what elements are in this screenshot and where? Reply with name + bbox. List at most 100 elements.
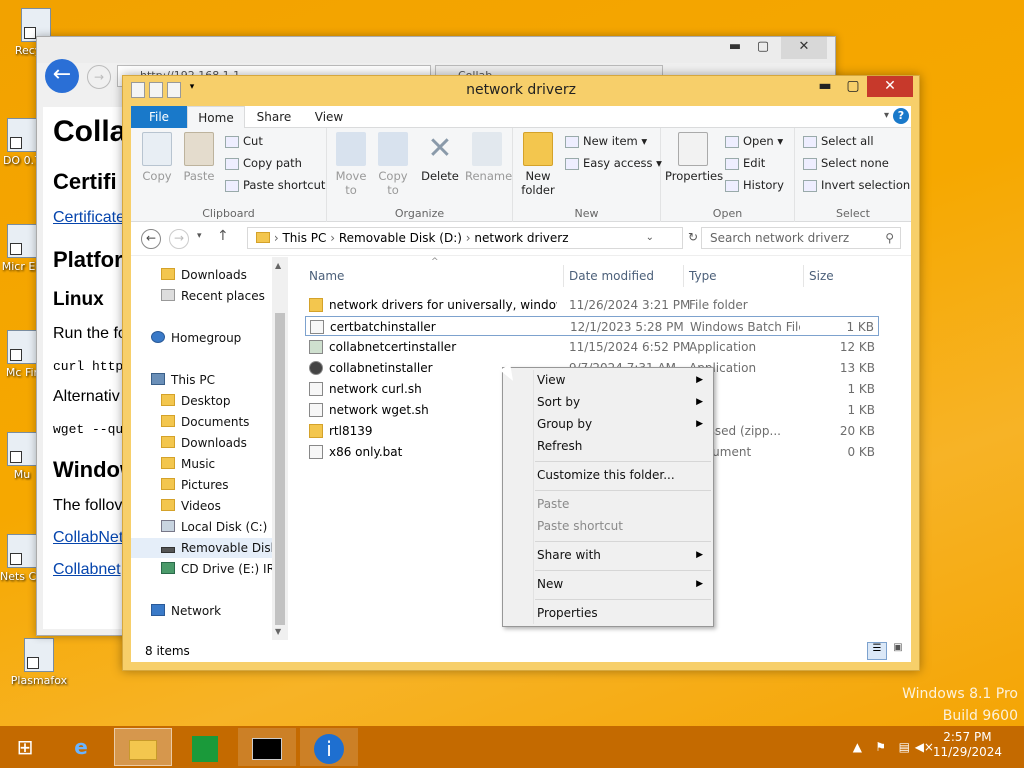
scrollbar-thumb[interactable] — [275, 313, 285, 625]
maximize-icon[interactable]: ▢ — [749, 37, 777, 59]
start-button[interactable]: ⊞ — [0, 728, 50, 766]
paste-button[interactable]: Paste — [181, 132, 217, 183]
chevron-up-icon[interactable]: ▲ — [275, 261, 281, 270]
column-date[interactable]: Date modified — [569, 269, 654, 283]
nav-item-cd-drive[interactable]: CD Drive (E:) IR5_ — [161, 559, 287, 579]
nav-item-desktop[interactable]: Desktop — [161, 391, 231, 411]
menu-item-paste-shortcut[interactable]: Paste shortcut — [537, 519, 623, 533]
menu-item-refresh[interactable]: Refresh — [537, 439, 582, 453]
taskbar-ie[interactable]: e — [52, 728, 110, 766]
tab-view[interactable]: View — [305, 106, 353, 128]
nav-item-removable-disk[interactable]: Removable Disk ( — [131, 538, 287, 558]
minimize-icon[interactable]: ▬ — [721, 37, 749, 59]
copy-icon — [142, 132, 172, 166]
history-button[interactable]: History — [725, 178, 784, 192]
help-icon[interactable]: ? — [893, 108, 909, 124]
back-icon[interactable]: ← — [141, 229, 161, 249]
nav-item-recent-places[interactable]: Recent places — [161, 286, 265, 306]
address-bar[interactable]: › This PC › Removable Disk (D:) › networ… — [247, 227, 683, 249]
nav-scrollbar[interactable]: ▲ ▼ — [272, 257, 288, 640]
search-input[interactable]: Search network driverz ⚲ — [701, 227, 901, 249]
nav-item-local-disk[interactable]: Local Disk (C:) — [161, 517, 267, 537]
copy-button[interactable]: Copy — [139, 132, 175, 183]
chevron-down-icon[interactable]: ▾ — [197, 231, 202, 241]
copy-path-button[interactable]: Copy path — [225, 156, 302, 170]
clock[interactable]: 2:57 PM 11/29/2024 — [933, 730, 1002, 760]
nav-item-music[interactable]: Music — [161, 454, 215, 474]
nav-item-videos[interactable]: Videos — [161, 496, 221, 516]
select-all-button[interactable]: Select all — [803, 134, 874, 148]
minimize-icon[interactable]: ▬ — [811, 76, 839, 97]
nav-item-pictures[interactable]: Pictures — [161, 475, 229, 495]
nav-item-downloads[interactable]: Downloads — [161, 265, 247, 285]
delete-button[interactable]: ✕ Delete — [419, 132, 461, 184]
large-icons-view-icon[interactable]: ▣ — [889, 642, 907, 660]
maximize-icon[interactable]: ▢ — [839, 76, 867, 97]
show-hidden-icons-icon[interactable]: ▲ — [853, 740, 862, 754]
taskbar-store[interactable] — [176, 728, 234, 766]
nav-item-downloads-2[interactable]: Downloads — [161, 433, 247, 453]
new-item-button[interactable]: New item ▾ — [565, 134, 647, 148]
column-size[interactable]: Size — [809, 269, 834, 283]
taskbar-info-app[interactable]: i — [300, 728, 358, 766]
desktop-icon — [161, 394, 175, 406]
tab-share[interactable]: Share — [249, 106, 299, 128]
edit-button[interactable]: Edit — [725, 156, 765, 170]
copy-to-button[interactable]: Copy to — [375, 132, 411, 197]
action-center-icon[interactable]: ⚑ — [875, 740, 886, 754]
new-folder-button[interactable]: New folder — [519, 132, 557, 197]
file-row[interactable]: collabnetcertinstaller 11/15/2024 6:52 PM… — [305, 337, 879, 357]
file-row[interactable]: certbatchinstaller 12/1/2023 5:28 PM Windo… — [305, 316, 879, 336]
forward-icon[interactable]: → — [169, 229, 189, 249]
nav-item-this-pc[interactable]: This PC — [151, 370, 215, 390]
menu-separator — [535, 570, 711, 571]
taskbar-command-prompt[interactable] — [238, 728, 296, 766]
close-icon[interactable]: ✕ — [867, 76, 913, 97]
paste-shortcut-button[interactable]: Paste shortcut — [225, 178, 325, 192]
invert-selection-button[interactable]: Invert selection — [803, 178, 910, 192]
breadcrumb-current[interactable]: network driverz — [474, 231, 568, 245]
easy-access-button[interactable]: Easy access ▾ — [565, 156, 662, 170]
menu-item-group-by[interactable]: Group by — [537, 417, 592, 431]
taskbar-file-explorer[interactable] — [114, 728, 172, 766]
close-icon[interactable]: ✕ — [781, 37, 827, 59]
tab-file[interactable]: File — [131, 106, 187, 128]
desktop-icon-plasmafox[interactable]: Plasmafox — [6, 638, 72, 687]
nav-item-network[interactable]: Network — [151, 601, 221, 621]
breadcrumb-this-pc[interactable]: This PC — [282, 231, 326, 245]
menu-item-share-with[interactable]: Share with — [537, 548, 601, 562]
move-to-button[interactable]: Move to — [333, 132, 369, 197]
context-menu: View ▶ Sort by ▶ Group by ▶ Refresh Cust… — [502, 367, 714, 627]
chevron-down-icon[interactable]: ▾ — [884, 110, 889, 121]
menu-item-customize[interactable]: Customize this folder... — [537, 468, 675, 482]
menu-item-properties[interactable]: Properties — [537, 606, 598, 620]
refresh-icon[interactable]: ↻ — [685, 230, 701, 244]
cut-button[interactable]: Cut — [225, 134, 263, 148]
menu-item-sort-by[interactable]: Sort by — [537, 395, 580, 409]
menu-item-paste[interactable]: Paste — [537, 497, 569, 511]
rename-icon — [472, 132, 502, 166]
column-type[interactable]: Type — [689, 269, 717, 283]
chevron-down-icon[interactable]: ⌄ — [646, 228, 654, 248]
details-view-icon[interactable]: ☰ — [867, 642, 887, 660]
select-none-button[interactable]: Select none — [803, 156, 889, 170]
menu-item-view[interactable]: View — [537, 373, 565, 387]
new-group: New folder New item ▾ Easy access ▾ New — [513, 128, 662, 222]
select-none-icon — [803, 157, 817, 170]
chevron-down-icon[interactable]: ▼ — [275, 627, 281, 636]
properties-button[interactable]: Properties — [665, 132, 723, 183]
open-button[interactable]: Open ▾ — [725, 134, 783, 148]
rename-button[interactable]: Rename — [465, 132, 512, 183]
breadcrumb-removable-disk[interactable]: Removable Disk (D:) — [339, 231, 462, 245]
file-row[interactable]: network drivers for universally, windows… — [305, 295, 879, 315]
nav-item-homegroup[interactable]: Homegroup — [151, 328, 241, 348]
column-name[interactable]: Name — [309, 269, 344, 283]
tab-home[interactable]: Home — [187, 106, 245, 128]
back-icon[interactable]: ← — [45, 59, 79, 93]
menu-item-new[interactable]: New — [537, 577, 563, 591]
forward-icon[interactable]: → — [87, 65, 111, 89]
network-icon[interactable]: ▤ — [899, 740, 910, 754]
volume-icon[interactable]: ◀× — [915, 740, 934, 754]
nav-item-documents[interactable]: Documents — [161, 412, 249, 432]
up-arrow-icon[interactable]: ↑ — [217, 228, 229, 244]
